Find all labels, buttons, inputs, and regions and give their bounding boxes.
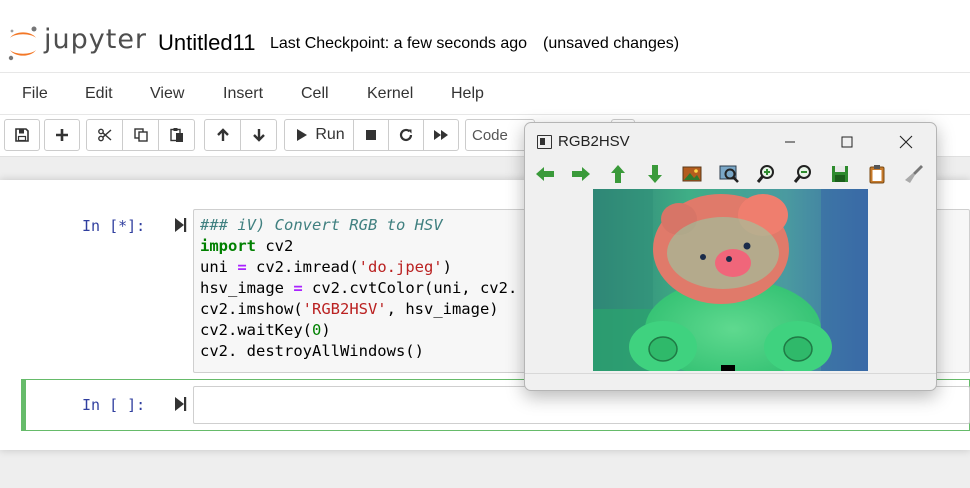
paste-button[interactable]	[158, 119, 195, 151]
run-button-label: Run	[315, 126, 345, 143]
code-line: uni = cv2.imread('do.jpeg')	[200, 258, 452, 276]
arrow-right-icon	[572, 167, 590, 181]
window-title: RGB2HSV	[558, 133, 630, 150]
move-down-button[interactable]	[240, 119, 277, 151]
run-cell-icon[interactable]	[173, 396, 187, 412]
arrow-down-icon	[252, 129, 265, 142]
code-line: cv2. destroyAllWindows()	[200, 342, 424, 360]
plus-icon	[56, 129, 68, 141]
paste-icon	[169, 128, 183, 142]
cell-prompt: In [*]:	[82, 217, 146, 235]
fast-forward-icon	[434, 130, 448, 140]
toolbar-group-run: Run	[284, 119, 459, 151]
copy-icon	[133, 128, 148, 142]
code-line: import cv2	[200, 237, 294, 255]
insert-cell-button[interactable]	[44, 119, 80, 151]
image-icon	[682, 166, 702, 182]
zoom-out-button[interactable]	[792, 163, 814, 185]
run-icon	[297, 129, 308, 141]
arrow-left-icon	[536, 167, 554, 181]
code-line: cv2.waitKey(0)	[200, 321, 331, 339]
window-app-icon	[537, 135, 552, 149]
interrupt-button[interactable]	[353, 119, 389, 151]
maximize-button[interactable]	[832, 129, 862, 155]
cut-button[interactable]	[86, 119, 123, 151]
cell-prompt: In [ ]:	[82, 396, 146, 414]
pan-right-button[interactable]	[570, 163, 592, 185]
code-line: ### iV) Convert RGB to HSV	[200, 216, 443, 234]
run-button[interactable]: Run	[284, 119, 354, 151]
zoom-out-icon	[793, 165, 811, 183]
run-all-button[interactable]	[423, 119, 459, 151]
image-status-bar	[525, 373, 936, 390]
toolbar-group-insert	[44, 119, 80, 151]
menu-view[interactable]: View	[150, 85, 184, 103]
copy-image-button[interactable]	[866, 163, 888, 185]
pan-up-button[interactable]	[607, 163, 629, 185]
restart-button[interactable]	[388, 119, 424, 151]
toolbar-group-move	[204, 119, 277, 151]
opencv-image-window[interactable]: RGB2HSV	[524, 122, 937, 391]
menu-edit[interactable]: Edit	[85, 85, 113, 103]
notebook-title[interactable]: Untitled11	[158, 30, 255, 56]
keyword-import: import	[200, 237, 256, 255]
toolbar-group-save	[4, 119, 40, 151]
properties-button[interactable]	[903, 163, 925, 185]
pan-left-button[interactable]	[534, 163, 556, 185]
stop-icon	[366, 130, 376, 140]
autosave-status: (unsaved changes)	[543, 35, 680, 52]
hsv-image-display[interactable]	[593, 189, 868, 371]
code-line: hsv_image = cv2.cvtColor(uni, cv2.	[200, 279, 518, 297]
zoom-in-button[interactable]	[755, 163, 777, 185]
move-up-button[interactable]	[204, 119, 241, 151]
header: jupyter Untitled11 Last Checkpoint: a fe…	[0, 0, 970, 72]
menubar: File Edit View Insert Cell Kernel Help	[0, 72, 970, 115]
save-button[interactable]	[4, 119, 40, 151]
close-icon	[899, 135, 913, 149]
brush-icon	[905, 165, 923, 183]
scissors-icon	[97, 128, 111, 142]
save-icon	[15, 128, 29, 142]
zoom-fit-icon	[719, 165, 739, 183]
minimize-icon	[785, 141, 795, 143]
zoom-fit-button[interactable]	[718, 163, 740, 185]
toolbar-group-edit	[86, 119, 195, 151]
menu-insert[interactable]: Insert	[223, 85, 263, 103]
run-cell-icon[interactable]	[173, 217, 187, 233]
jupyter-notebook-page: jupyter Untitled11 Last Checkpoint: a fe…	[0, 0, 970, 488]
zoom-original-button[interactable]	[681, 163, 703, 185]
minimize-button[interactable]	[775, 129, 805, 155]
arrow-down-icon	[648, 165, 662, 183]
clipboard-icon	[869, 165, 885, 184]
pan-down-button[interactable]	[644, 163, 666, 185]
code-comment: ### iV) Convert RGB to HSV	[200, 216, 443, 234]
save-image-button[interactable]	[829, 163, 851, 185]
code-line: cv2.imshow('RGB2HSV', hsv_image)	[200, 300, 499, 318]
menu-cell[interactable]: Cell	[301, 85, 329, 103]
jupyter-logo-icon[interactable]	[6, 24, 40, 62]
checkpoint-status: Last Checkpoint: a few seconds ago	[270, 35, 528, 52]
menu-kernel[interactable]: Kernel	[367, 85, 413, 103]
arrow-up-icon	[216, 128, 229, 141]
copy-button[interactable]	[122, 119, 159, 151]
arrow-up-icon	[611, 165, 625, 183]
zoom-in-icon	[756, 165, 774, 183]
jupyter-logo-text[interactable]: jupyter	[44, 24, 147, 55]
maximize-icon	[841, 136, 853, 148]
restart-icon	[399, 128, 413, 142]
code-cell-editor[interactable]	[193, 386, 970, 424]
save-icon	[832, 166, 848, 182]
menu-help[interactable]: Help	[451, 85, 484, 103]
close-button[interactable]	[891, 129, 921, 155]
menu-file[interactable]: File	[22, 85, 48, 103]
